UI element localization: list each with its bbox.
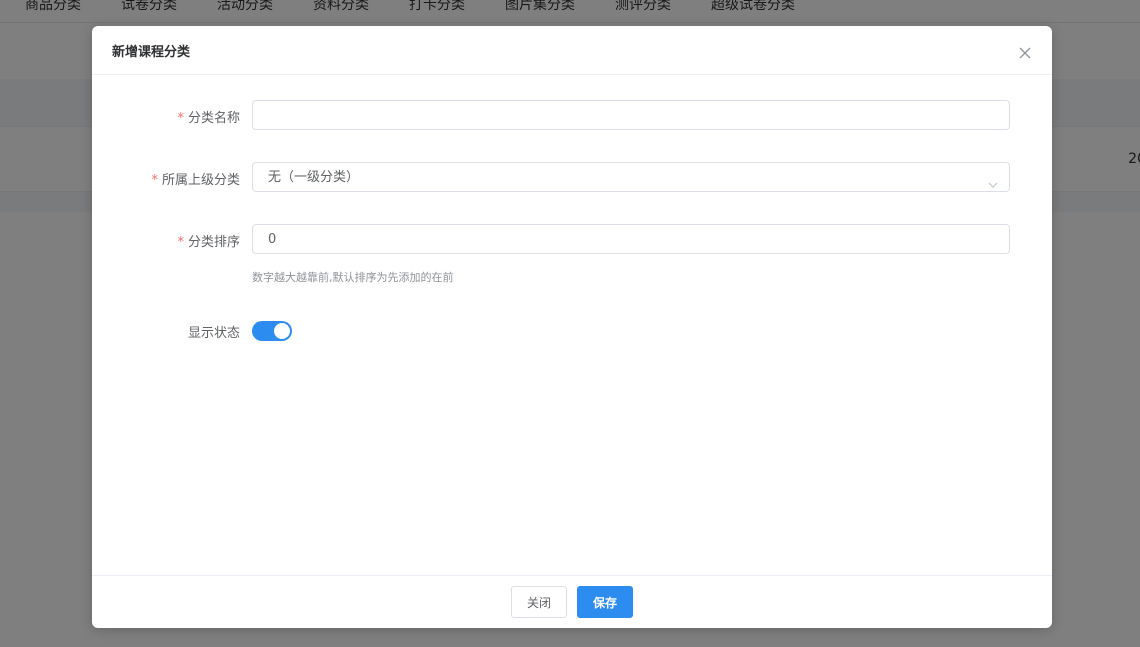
sort-order-hint: 数字越大越靠前,默认排序为先添加的在前 bbox=[252, 271, 454, 284]
chevron-down-icon bbox=[987, 173, 999, 188]
sort-order-label: * 分类排序 bbox=[177, 235, 240, 250]
parent-category-select[interactable]: 无（一级分类） bbox=[252, 162, 1010, 192]
switch-knob bbox=[274, 323, 290, 339]
dialog-footer: 关闭 保存 bbox=[92, 575, 1052, 628]
category-name-label: * 分类名称 bbox=[177, 111, 240, 126]
close-icon[interactable] bbox=[1018, 46, 1032, 60]
parent-category-selected: 无（一级分类） bbox=[268, 170, 360, 185]
close-button[interactable]: 关闭 bbox=[511, 586, 567, 618]
dialog-title: 新增课程分类 bbox=[112, 45, 191, 60]
parent-category-label: * 所属上级分类 bbox=[151, 173, 240, 188]
display-status-label: 显示状态 bbox=[187, 326, 240, 341]
category-name-input[interactable] bbox=[252, 100, 1010, 130]
save-button[interactable]: 保存 bbox=[577, 586, 633, 618]
add-course-category-dialog: 新增课程分类 *分类名称 *所属上级分类 无（一级分类） *分类排序 数字越大越… bbox=[92, 26, 1052, 628]
sort-order-input[interactable] bbox=[252, 224, 1010, 254]
dialog-header: 新增课程分类 bbox=[92, 26, 1052, 75]
display-status-switch[interactable] bbox=[252, 321, 292, 341]
